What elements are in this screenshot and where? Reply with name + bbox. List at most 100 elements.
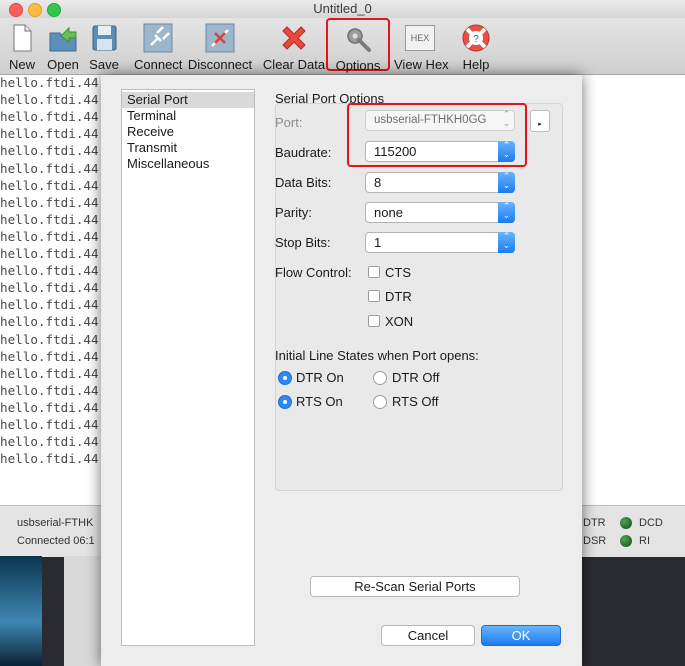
terminal-line: hello.ftdi.44 bbox=[0, 160, 99, 176]
open-label: Open bbox=[47, 57, 79, 72]
terminal-line: hello.ftdi.44 bbox=[0, 417, 99, 432]
highlight-annotation bbox=[347, 103, 527, 167]
svg-text:?: ? bbox=[473, 34, 479, 45]
terminal-line: hello.ftdi.44 bbox=[0, 211, 99, 227]
connect-plug-icon bbox=[143, 23, 173, 53]
terminal-line: hello.ftdi.44 bbox=[0, 280, 99, 296]
status-port: usbserial-FTHK bbox=[17, 517, 94, 529]
options-button[interactable]: Options bbox=[326, 18, 390, 73]
dcd-led-icon bbox=[620, 517, 632, 529]
terminal-line: hello.ftdi.44 bbox=[0, 348, 99, 364]
sidebar-item-miscellaneous[interactable]: Miscellaneous bbox=[122, 156, 254, 172]
stop-bits-select[interactable]: 1 ⌃ ⌄ bbox=[365, 232, 515, 253]
terminal-line: hello.ftdi.44 bbox=[0, 92, 99, 108]
help-lifebuoy-icon: ? bbox=[462, 24, 490, 52]
dtr-on-radio[interactable] bbox=[278, 371, 292, 385]
terminal-line: hello.ftdi.44 bbox=[0, 194, 99, 210]
save-button[interactable]: Save bbox=[86, 22, 122, 74]
xon-checkbox[interactable] bbox=[368, 315, 380, 327]
options-dialog: Serial Port Terminal Receive Transmit Mi… bbox=[101, 75, 582, 666]
cts-checkbox[interactable] bbox=[368, 266, 380, 278]
stop-bits-label: Stop Bits: bbox=[275, 235, 331, 250]
open-button[interactable]: Open bbox=[44, 22, 82, 74]
title-bar: Untitled_0 bbox=[0, 0, 685, 18]
sidebar-item-transmit[interactable]: Transmit bbox=[122, 140, 254, 156]
connect-button[interactable]: Connect bbox=[134, 22, 182, 74]
view-hex-button[interactable]: HEX View Hex bbox=[394, 22, 449, 74]
save-disk-icon bbox=[92, 25, 117, 51]
data-bits-chevron-icon: ⌃ ⌄ bbox=[498, 172, 515, 193]
dtr-off-label: DTR Off bbox=[392, 370, 440, 385]
dtr-off-radio[interactable] bbox=[373, 371, 387, 385]
disconnect-plug-icon bbox=[205, 23, 235, 53]
parity-select[interactable]: none ⌃ ⌄ bbox=[365, 202, 515, 223]
ok-button[interactable]: OK bbox=[481, 625, 561, 646]
dtr-signal-label: DTR bbox=[583, 517, 606, 529]
options-label: Options bbox=[335, 58, 381, 73]
data-bits-select[interactable]: 8 ⌃ ⌄ bbox=[365, 172, 515, 193]
terminal-line: hello.ftdi.44 bbox=[0, 109, 99, 125]
terminal-line: hello.ftdi.44 bbox=[0, 451, 99, 467]
hex-icon: HEX bbox=[405, 25, 435, 51]
terminal-line: hello.ftdi.44 bbox=[0, 126, 99, 142]
disconnect-label: Disconnect bbox=[187, 57, 253, 72]
terminal-line: hello.ftdi.44 bbox=[0, 382, 99, 398]
window-title: Untitled_0 bbox=[313, 1, 372, 16]
cancel-button[interactable]: Cancel bbox=[381, 625, 475, 646]
background-window-edge bbox=[64, 556, 101, 666]
clear-data-label: Clear Data bbox=[262, 57, 326, 72]
desktop-background bbox=[0, 556, 42, 666]
minimize-window-button[interactable] bbox=[28, 3, 42, 17]
disconnect-button[interactable]: Disconnect bbox=[186, 22, 254, 74]
terminal-line: hello.ftdi.44 bbox=[0, 143, 99, 159]
terminal-line: hello.ftdi.44 bbox=[0, 246, 99, 261]
terminal-line: hello.ftdi.44 bbox=[0, 263, 99, 279]
flow-control-label: Flow Control: bbox=[275, 265, 352, 280]
close-window-button[interactable] bbox=[9, 3, 23, 17]
data-bits-value: 8 bbox=[374, 175, 382, 190]
help-label: Help bbox=[462, 57, 490, 72]
terminal-line: hello.ftdi.44 bbox=[0, 434, 99, 450]
terminal-line: hello.ftdi.44 bbox=[0, 365, 99, 381]
baudrate-label: Baudrate: bbox=[275, 145, 332, 160]
rescan-serial-ports-button[interactable]: Re-Scan Serial Ports bbox=[310, 576, 520, 597]
dsr-signal-label: DSR bbox=[583, 535, 607, 547]
port-disclosure-button[interactable]: ▸ bbox=[530, 110, 550, 132]
ri-signal-label: RI bbox=[639, 535, 650, 547]
rts-on-radio[interactable] bbox=[278, 395, 292, 409]
terminal-line: hello.ftdi.44 bbox=[0, 314, 99, 330]
rts-off-label: RTS Off bbox=[392, 394, 439, 409]
save-label: Save bbox=[89, 57, 119, 72]
new-button[interactable]: New bbox=[4, 22, 40, 74]
parity-chevron-icon: ⌃ ⌄ bbox=[498, 202, 515, 223]
data-bits-label: Data Bits: bbox=[275, 175, 332, 190]
cts-label: CTS bbox=[385, 265, 411, 280]
status-connected: Connected 06:1 bbox=[17, 535, 95, 547]
terminal-line: hello.ftdi.44 bbox=[0, 228, 99, 244]
sidebar-item-terminal[interactable]: Terminal bbox=[122, 108, 254, 124]
sidebar-item-serial-port[interactable]: Serial Port bbox=[122, 92, 254, 108]
dtr-flow-label: DTR bbox=[385, 289, 412, 304]
help-button[interactable]: ? Help bbox=[456, 22, 496, 74]
xon-label: XON bbox=[385, 314, 414, 329]
options-sidebar: Serial Port Terminal Receive Transmit Mi… bbox=[121, 89, 255, 646]
ri-led-icon bbox=[620, 535, 632, 547]
terminal-line: hello.ftdi.44 bbox=[0, 177, 99, 193]
parity-value: none bbox=[374, 205, 403, 220]
dtr-checkbox[interactable] bbox=[368, 290, 380, 302]
clear-data-button[interactable]: Clear Data bbox=[262, 22, 326, 74]
view-hex-label: View Hex bbox=[394, 57, 449, 72]
rts-off-radio[interactable] bbox=[373, 395, 387, 409]
new-label: New bbox=[8, 57, 35, 72]
terminal-line: hello.ftdi.44 bbox=[0, 331, 99, 347]
terminal-line: hello.ftdi.44 bbox=[0, 399, 99, 415]
zoom-window-button[interactable] bbox=[47, 3, 61, 17]
port-label: Port: bbox=[275, 115, 303, 130]
line-states-title: Initial Line States when Port opens: bbox=[275, 348, 479, 363]
toolbar: New Open Save Connect Disconnect Clear D… bbox=[0, 18, 685, 75]
connect-label: Connect bbox=[134, 57, 183, 72]
open-folder-icon bbox=[49, 26, 77, 52]
clear-x-icon bbox=[282, 26, 306, 50]
sidebar-item-receive[interactable]: Receive bbox=[122, 124, 254, 140]
rts-on-label: RTS On bbox=[296, 394, 343, 409]
